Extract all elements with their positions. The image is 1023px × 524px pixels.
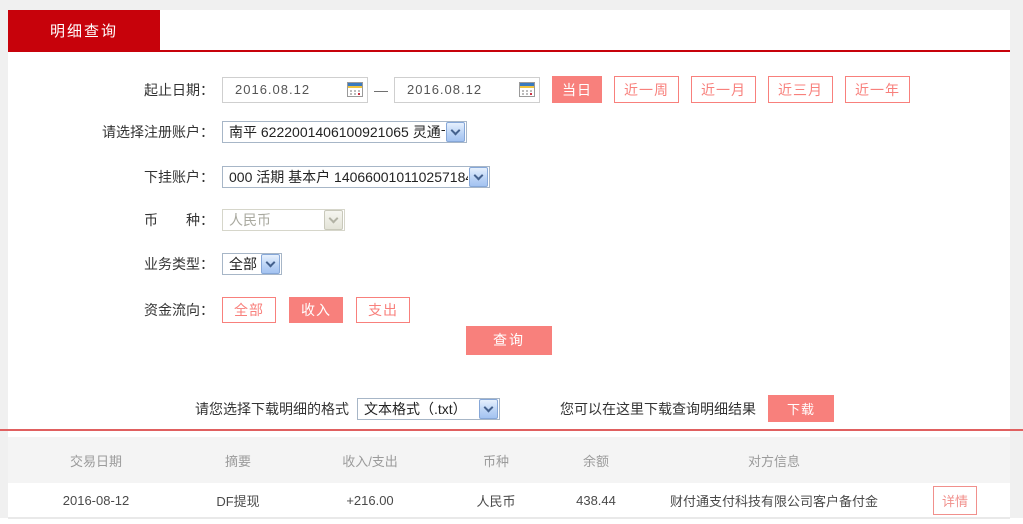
quick-range-month-button[interactable]: 近一月 [691,76,756,103]
download-format-label: 请您选择下载明细的格式 [195,400,349,417]
tab-underline [8,50,1010,52]
date-range-dash: — [374,81,388,98]
date-range-label: 起止日期： [144,81,214,98]
header-currency: 币种 [482,453,509,469]
header-counterparty: 对方信息 [747,453,800,469]
cell-trade-date: 2016-08-12 [62,492,130,508]
quick-range-today-button[interactable]: 当日 [552,76,602,103]
cell-action: 详情 [900,485,1010,515]
register-account-row: 请选择注册账户： 南平 6222001406100921065 灵通卡 [8,121,1010,143]
register-account-value: 南平 6222001406100921065 灵通卡 [229,124,445,140]
cell-counterparty: 财付通支付科技有限公司客户备付金 [669,493,878,509]
chevron-down-icon [469,167,488,187]
table-header-row: 交易日期 摘要 收入/支出 币种 余额 对方信息 [8,437,1010,483]
sub-account-select[interactable]: 000 活期 基本户 1406600101102571848 [222,166,490,188]
download-row: 请您选择下载明细的格式 文本格式（.txt） 您可以在这里下载查询明细结果 下载 [195,395,834,422]
chevron-down-icon [479,398,498,419]
currency-value: 人民币 [229,212,271,228]
chevron-down-icon [446,122,465,142]
detail-button[interactable]: 详情 [933,485,977,515]
fund-flow-all-button[interactable]: 全部 [222,297,276,323]
cell-balance: 438.44 [576,492,616,508]
frame-left [0,0,8,518]
tab-detail-query[interactable]: 明细查询 [8,10,160,50]
quick-range-year-button[interactable]: 近一年 [845,76,910,103]
fund-flow-income-button[interactable]: 收入 [289,297,343,323]
business-type-label: 业务类型： [144,256,214,272]
header-balance: 余额 [582,453,609,469]
header-income-expense: 收入/支出 [342,453,398,469]
business-type-select[interactable]: 全部 [222,253,282,275]
business-type-value: 全部 [229,256,257,272]
sub-account-value: 000 活期 基本户 1406600101102571848 [229,169,468,185]
chevron-down-icon [324,210,343,230]
main-panel: 明细查询 起止日期： 2016.08.12 — 2016.08.12 当日 近一… [0,10,1023,519]
sub-account-row: 下挂账户： 000 活期 基本户 1406600101102571848 [8,166,1010,188]
query-button[interactable]: 查询 [466,325,552,355]
table-top-separator [0,429,1023,431]
frame-top [0,0,1023,10]
date-to-input[interactable]: 2016.08.12 [394,76,540,103]
register-account-label: 请选择注册账户： [102,124,214,140]
register-account-select[interactable]: 南平 6222001406100921065 灵通卡 [222,121,467,143]
currency-label: 币 种： [144,212,214,228]
date-range-row: 起止日期： 2016.08.12 — 2016.08.12 当日 近一周 近一月… [8,76,1010,103]
download-hint: 您可以在这里下载查询明细结果 [560,400,756,417]
cell-summary: DF提现 [216,493,260,509]
tab-label: 明细查询 [49,22,118,40]
business-type-row: 业务类型： 全部 [8,253,1010,275]
date-from-value: 2016.08.12 [235,82,311,97]
currency-row: 币 种： 人民币 [8,209,1010,231]
cell-amount: +216.00 [346,492,394,508]
download-format-select[interactable]: 文本格式（.txt） [357,397,500,420]
header-summary: 摘要 [224,453,251,469]
fund-flow-expense-button[interactable]: 支出 [356,297,410,323]
fund-flow-row: 资金流向： 全部 收入 支出 [8,297,1010,323]
calendar-icon[interactable] [519,82,535,97]
currency-select: 人民币 [222,209,345,231]
table-row: 2016-08-12 DF提现 +216.00 人民币 438.44 财付通支付… [8,483,1010,519]
frame-right [1010,0,1023,518]
sub-account-label: 下挂账户： [144,169,214,185]
date-to-value: 2016.08.12 [407,82,483,97]
download-button[interactable]: 下载 [768,395,834,422]
quick-range-week-button[interactable]: 近一周 [614,76,679,103]
chevron-down-icon [261,254,280,274]
cell-currency: 人民币 [476,493,516,509]
calendar-icon[interactable] [347,82,363,97]
fund-flow-label: 资金流向： [144,302,214,318]
header-trade-date: 交易日期 [69,453,122,469]
download-format-value: 文本格式（.txt） [364,400,467,417]
quick-range-3months-button[interactable]: 近三月 [768,76,833,103]
date-from-input[interactable]: 2016.08.12 [222,76,368,103]
